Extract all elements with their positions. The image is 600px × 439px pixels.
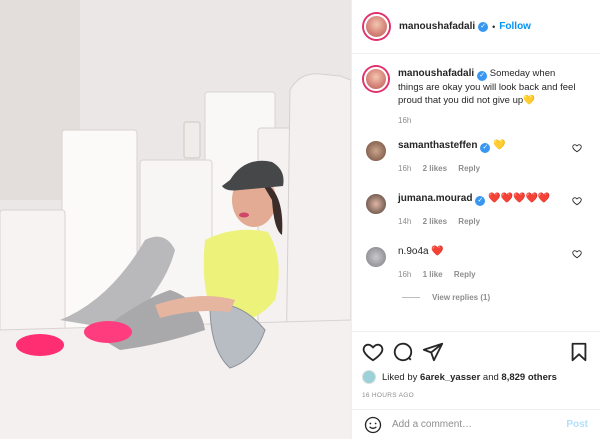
liker-avatar[interactable] <box>362 370 376 384</box>
replies-divider <box>402 297 420 298</box>
comment-body: samanthasteffen ✓ 💛 16h 2 likes Reply <box>398 139 568 176</box>
verified-badge-icon: ✓ <box>478 21 489 32</box>
comment-body: n.9o4a ❤️ 16h 1 like Reply <box>398 245 568 282</box>
comment-time[interactable]: 16h <box>398 164 411 173</box>
post-photo[interactable] <box>0 0 351 439</box>
comment-likes[interactable]: 1 like <box>423 270 443 279</box>
view-replies-label: View replies (1) <box>432 293 491 302</box>
caption-avatar[interactable] <box>364 67 388 91</box>
add-comment-bar: Post <box>352 409 600 439</box>
paper-plane-icon[interactable] <box>422 341 444 363</box>
post-caption: manoushafadali ✓ Someday when things are … <box>364 67 588 107</box>
comment-meta: 16h 1 like Reply <box>398 268 568 282</box>
action-icons <box>362 340 590 364</box>
post-side-panel: manoushafadali ✓ • Follow manoushafadali… <box>351 0 600 439</box>
author-avatar[interactable] <box>364 14 389 39</box>
bookmark-icon[interactable] <box>568 341 590 363</box>
comment-text: ❤️ <box>431 246 444 257</box>
liked-by-and: and <box>482 371 499 383</box>
photo-illustration <box>0 0 351 439</box>
instagram-post-view: manoushafadali ✓ • Follow manoushafadali… <box>0 0 600 439</box>
caption-time[interactable]: 16h <box>398 116 588 125</box>
caption-username[interactable]: manoushafadali <box>398 68 474 79</box>
liked-by-prefix: Liked by <box>382 371 418 383</box>
comment-username[interactable]: samanthasteffen <box>398 140 477 151</box>
comment-time[interactable]: 14h <box>398 217 411 226</box>
comments-list[interactable]: manoushafadali ✓ Someday when things are … <box>352 55 600 331</box>
like-comment-heart-icon[interactable] <box>572 196 582 206</box>
liked-by-user[interactable]: 6arek_yasser <box>420 372 480 383</box>
smiley-icon[interactable] <box>364 416 382 434</box>
verified-badge-icon: ✓ <box>480 143 491 153</box>
verified-badge-icon: ✓ <box>475 196 486 206</box>
follow-button[interactable]: Follow <box>499 21 531 32</box>
liked-by-count[interactable]: 8,829 others <box>501 372 556 383</box>
reply-button[interactable]: Reply <box>458 164 480 173</box>
comment-meta: 14h 2 likes Reply <box>398 215 568 229</box>
view-replies-button[interactable]: View replies (1) <box>402 293 588 302</box>
comment-likes[interactable]: 2 likes <box>423 217 447 226</box>
commenter-avatar[interactable] <box>364 245 388 269</box>
comment-item: n.9o4a ❤️ 16h 1 like Reply <box>364 245 588 282</box>
post-header: manoushafadali ✓ • Follow <box>352 0 600 54</box>
like-comment-heart-icon[interactable] <box>572 249 582 259</box>
comment-text: ❤️❤️❤️❤️❤️ <box>488 193 551 204</box>
comment-username[interactable]: n.9o4a <box>398 246 429 257</box>
comment-input[interactable] <box>392 419 567 430</box>
post-comment-button[interactable]: Post <box>566 419 588 430</box>
comment-likes[interactable]: 2 likes <box>423 164 447 173</box>
post-actions: Liked by 6arek_yasser and 8,829 others 1… <box>352 331 600 399</box>
author-username[interactable]: manoushafadali <box>399 21 475 32</box>
heart-icon[interactable] <box>362 341 384 363</box>
like-comment-heart-icon[interactable] <box>572 143 582 153</box>
reply-button[interactable]: Reply <box>454 270 476 279</box>
comment-time[interactable]: 16h <box>398 270 411 279</box>
posted-ago[interactable]: 16 HOURS AGO <box>362 392 590 399</box>
caption-text-block: manoushafadali ✓ Someday when things are … <box>398 67 578 107</box>
comment-body: jumana.mourad ✓ ❤️❤️❤️❤️❤️ 14h 2 likes Re… <box>398 192 568 229</box>
commenter-avatar[interactable] <box>364 139 388 163</box>
comment-item: samanthasteffen ✓ 💛 16h 2 likes Reply <box>364 139 588 176</box>
comment-meta: 16h 2 likes Reply <box>398 162 568 176</box>
comment-username[interactable]: jumana.mourad <box>398 193 472 204</box>
commenter-avatar[interactable] <box>364 192 388 216</box>
liked-by: Liked by 6arek_yasser and 8,829 others <box>362 370 590 384</box>
verified-badge-icon: ✓ <box>477 71 488 81</box>
separator-dot: • <box>492 21 496 32</box>
comment-text: 💛 <box>493 140 506 151</box>
comment-bubble-icon[interactable] <box>392 341 414 363</box>
reply-button[interactable]: Reply <box>458 217 480 226</box>
comment-item: jumana.mourad ✓ ❤️❤️❤️❤️❤️ 14h 2 likes Re… <box>364 192 588 229</box>
